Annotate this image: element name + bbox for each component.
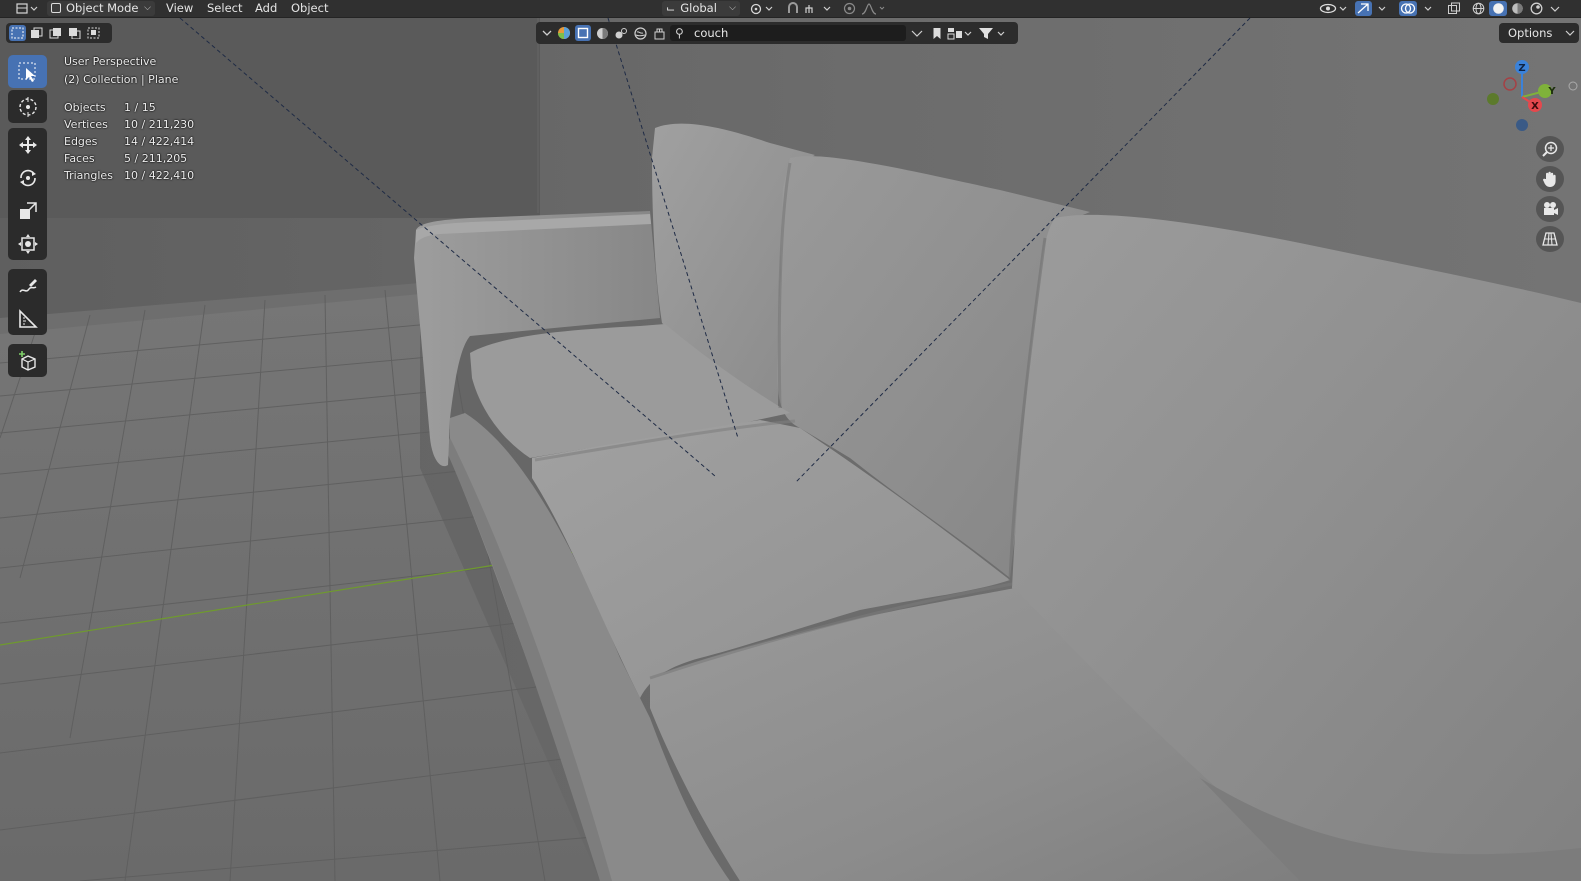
display-mode-icon[interactable] [947, 25, 973, 41]
mode-icon [51, 3, 61, 13]
select-extend-icon[interactable] [28, 25, 45, 41]
scale-tool[interactable] [8, 194, 47, 227]
options-dropdown[interactable]: Options [1499, 23, 1579, 43]
rotate-icon [19, 169, 36, 186]
gizmo-toggle-icon[interactable] [1355, 1, 1389, 16]
wireframe-shading-icon[interactable] [1470, 1, 1486, 16]
measure-tool[interactable] [8, 302, 47, 335]
rendered-shading-icon[interactable] [1528, 1, 1544, 16]
measure-icon [18, 308, 38, 328]
select-box-icon [18, 62, 35, 82]
search-icon: ⚲ [675, 26, 684, 40]
material-shading-icon[interactable] [1509, 1, 1525, 16]
scale-icon [19, 201, 37, 219]
orientation-label: Global [680, 1, 717, 15]
y-axis-label: Y [1547, 86, 1556, 97]
stat-label: Triangles [64, 169, 113, 182]
stat-value: 1 / 15 [124, 101, 156, 114]
search-input[interactable]: ⚲ couch [670, 25, 906, 41]
stat-value: 14 / 422,414 [124, 135, 195, 148]
cursor-icon [18, 96, 37, 117]
mode-dropdown[interactable]: Object Mode ⌵ [47, 1, 155, 16]
stat-value: 10 / 422,410 [124, 169, 195, 182]
world-filter-icon[interactable] [632, 25, 648, 41]
options-label: Options [1508, 26, 1553, 40]
blender-window: Object Mode ⌵ View Select Add Object ⌙ Gl… [0, 0, 1581, 881]
orientation-icon: ⌙ [666, 2, 676, 15]
object-filter-icon[interactable] [575, 25, 591, 41]
navigation-gizmo[interactable]: Z Y X [1478, 54, 1578, 136]
select-new-icon[interactable] [9, 25, 26, 41]
search-options-chevron-icon[interactable] [909, 25, 925, 41]
cursor-tool[interactable] [8, 90, 47, 123]
visibility-icon[interactable] [1318, 1, 1350, 16]
3d-viewport[interactable]: ⚲ couch Options User Perspective (2) Col… [0, 18, 1581, 881]
overlays-icon[interactable] [1399, 1, 1435, 16]
viewport-header: ⚲ couch [536, 22, 1018, 44]
search-value: couch [694, 26, 729, 40]
collection-label: (2) Collection | Plane [64, 73, 179, 86]
menu-object[interactable]: Object [291, 0, 328, 17]
mesh-filter-icon[interactable] [594, 25, 610, 41]
perspective-label: User Perspective [64, 55, 157, 68]
add-cube-icon [18, 350, 36, 371]
select-box-tool[interactable] [8, 55, 47, 88]
stat-label: Objects [64, 101, 106, 114]
scene-render [0, 18, 1581, 881]
chevron-down-icon [1565, 23, 1575, 43]
stat-value: 5 / 211,205 [124, 152, 188, 165]
shading-options-chevron-icon[interactable] [1548, 1, 1562, 16]
top-header: Object Mode ⌵ View Select Add Object ⌙ Gl… [0, 0, 1581, 18]
select-subtract-icon[interactable] [47, 25, 64, 41]
orientation-dropdown[interactable]: ⌙ Global ⌵ [662, 1, 740, 16]
falloff-icon[interactable] [860, 1, 888, 16]
chevron-down-icon[interactable] [539, 25, 555, 41]
mode-label: Object Mode [66, 1, 139, 15]
selection-mode-buttons [6, 23, 112, 43]
xray-icon[interactable] [1446, 1, 1462, 16]
stat-label: Vertices [64, 118, 108, 131]
stat-value: 10 / 211,230 [124, 118, 195, 131]
menu-select[interactable]: Select [207, 0, 242, 17]
select-invert-icon[interactable] [66, 25, 83, 41]
menu-add[interactable]: Add [255, 0, 277, 17]
rotate-tool[interactable] [8, 161, 47, 194]
stat-label: Faces [64, 152, 95, 165]
zoom-icon[interactable] [1536, 136, 1564, 162]
transform-icon [17, 233, 38, 254]
proportional-edit-icon[interactable] [842, 1, 856, 16]
annotate-tool[interactable] [8, 269, 47, 302]
camera-view-icon[interactable] [1536, 196, 1564, 222]
chevron-down-icon: ⌵ [144, 3, 151, 13]
pivot-point-icon[interactable] [748, 1, 776, 16]
filter-icon[interactable] [977, 25, 1009, 41]
transform-tool[interactable] [8, 227, 47, 260]
move-tool[interactable] [8, 128, 47, 161]
add-cube-tool[interactable] [8, 344, 47, 377]
pan-hand-icon[interactable] [1536, 166, 1564, 192]
snap-target-icon[interactable] [804, 1, 834, 16]
annotate-icon [18, 278, 37, 292]
snap-icon[interactable] [785, 1, 801, 16]
stat-label: Edges [64, 135, 98, 148]
bookmark-icon[interactable] [929, 25, 945, 41]
editor-type-icon[interactable] [14, 1, 40, 16]
z-axis-label: Z [1518, 63, 1525, 74]
light-filter-icon[interactable] [613, 25, 629, 41]
menu-view[interactable]: View [166, 0, 193, 17]
select-intersect-icon[interactable] [85, 25, 102, 41]
scene-filter-icon[interactable] [651, 25, 667, 41]
perspective-toggle-icon[interactable] [1536, 226, 1564, 252]
chevron-down-icon: ⌵ [729, 3, 736, 13]
x-axis-label: X [1531, 101, 1539, 112]
move-icon [18, 135, 37, 154]
solid-shading-icon[interactable] [1489, 1, 1507, 16]
color-layers-icon[interactable] [556, 25, 572, 41]
